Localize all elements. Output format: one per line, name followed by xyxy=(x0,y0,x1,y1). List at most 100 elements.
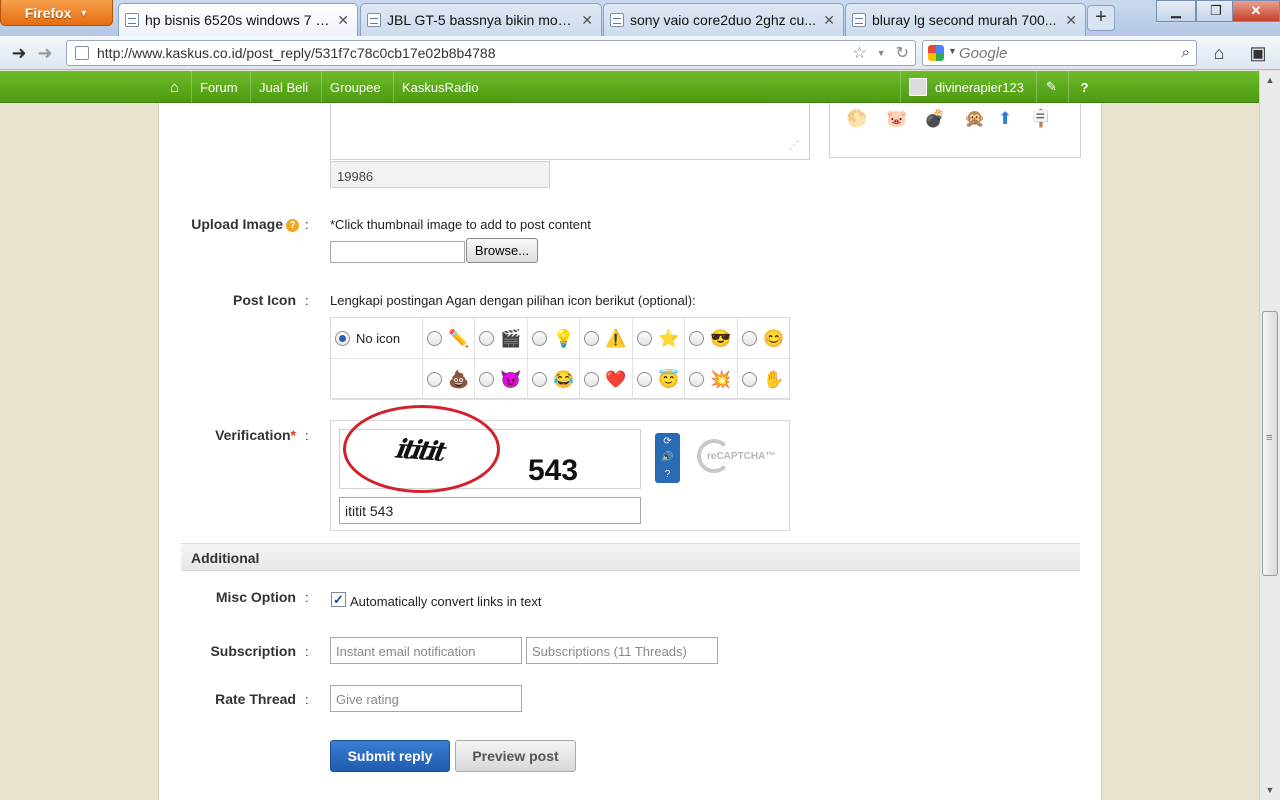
radio-button[interactable] xyxy=(637,330,652,346)
submit-reply-button[interactable]: Submit reply xyxy=(330,740,450,772)
radio-button[interactable] xyxy=(532,330,547,346)
search-icon[interactable]: ⌕ xyxy=(1182,44,1190,61)
additional-section-heading: Additional xyxy=(181,543,1080,571)
radio-button[interactable] xyxy=(427,371,442,387)
radio-button[interactable] xyxy=(584,330,599,346)
bomb-smiley-icon[interactable]: 💣 xyxy=(924,109,945,129)
tab-4[interactable]: bluray lg second murah 700... ✕ xyxy=(845,3,1086,36)
post-icon-option[interactable]: 💩 xyxy=(423,359,475,400)
close-icon[interactable]: ✕ xyxy=(581,12,593,29)
reload-icon[interactable]: ↻ xyxy=(896,43,909,63)
heart-icon: ❤️ xyxy=(605,369,627,389)
refresh-icon[interactable]: ⟳ xyxy=(663,436,671,447)
subscription-mode-select[interactable]: Instant email notification xyxy=(330,637,522,664)
smiley-icon[interactable]: 🌕 xyxy=(846,109,867,129)
nav-jual-beli[interactable]: Jual Beli xyxy=(250,71,316,103)
monkey-smiley-icon[interactable]: 🙊 xyxy=(964,109,985,129)
username: divinerapier123 xyxy=(935,79,1024,95)
radio-button[interactable] xyxy=(335,330,350,346)
scroll-up-icon[interactable]: ▲ xyxy=(1260,71,1280,89)
explosion-icon: 💥 xyxy=(710,369,732,389)
page-favicon-icon xyxy=(610,13,624,27)
forward-arrow-icon[interactable]: ➜ xyxy=(32,40,58,66)
user-menu[interactable]: divinerapier123 xyxy=(900,71,1032,103)
firefox-menu-button[interactable]: Firefox ▼ xyxy=(0,0,113,26)
scroll-thumb[interactable] xyxy=(1262,311,1278,576)
radio-button[interactable] xyxy=(742,371,757,387)
radio-button[interactable] xyxy=(427,330,442,346)
post-icon-option[interactable]: ⭐ xyxy=(633,318,685,359)
radio-button[interactable] xyxy=(689,371,704,387)
preview-post-button[interactable]: Preview post xyxy=(455,740,576,772)
char-count: 19986 xyxy=(330,161,550,188)
page-favicon-icon xyxy=(367,13,381,27)
message-textarea[interactable]: ⋰ xyxy=(330,103,810,160)
colon: : xyxy=(305,293,309,308)
chevron-down-icon[interactable]: ▼ xyxy=(948,46,957,56)
post-icon-option[interactable]: ⚠️ xyxy=(580,318,633,359)
post-icon-option[interactable]: 😇 xyxy=(633,359,685,400)
tab-3[interactable]: sony vaio core2duo 2ghz cu... ✕ xyxy=(603,3,844,36)
help-icon[interactable]: ? xyxy=(1068,71,1100,103)
close-icon[interactable]: ✕ xyxy=(337,12,349,29)
help-icon[interactable]: ? xyxy=(665,469,671,480)
close-icon[interactable]: ✕ xyxy=(823,12,835,29)
bookmarks-menu-icon[interactable]: ▣ xyxy=(1243,40,1273,66)
tab-title: hp bisnis 6520s windows 7 c... xyxy=(145,12,332,28)
home-icon[interactable]: ⌂ xyxy=(1206,40,1232,66)
new-tab-button[interactable]: + xyxy=(1087,5,1115,31)
back-arrow-icon[interactable]: ➜ xyxy=(6,40,32,66)
pencil-icon[interactable]: ✎ xyxy=(1036,71,1066,103)
arrow-up-icon[interactable]: ⬆ xyxy=(998,109,1012,129)
verification-label: Verification* xyxy=(179,427,296,443)
bookmark-star-icon[interactable]: ☆ xyxy=(852,43,866,63)
subscription-folder-select[interactable]: Subscriptions (11 Threads) xyxy=(526,637,718,664)
radio-button[interactable] xyxy=(532,371,547,387)
post-icon-option[interactable]: ❤️ xyxy=(580,359,633,400)
window-close-button[interactable]: ✕ xyxy=(1232,0,1280,22)
pig-smiley-icon[interactable]: 🐷 xyxy=(886,109,907,129)
rate-thread-select[interactable]: Give rating xyxy=(330,685,522,712)
close-icon[interactable]: ✕ xyxy=(1065,12,1077,29)
nav-forum[interactable]: Forum xyxy=(191,71,246,103)
home-icon[interactable]: ⌂ xyxy=(158,71,191,103)
post-icon-option[interactable]: 😎 xyxy=(685,318,738,359)
scroll-down-icon[interactable]: ▼ xyxy=(1260,781,1280,799)
radio-button[interactable] xyxy=(584,371,599,387)
upload-image-hint: *Click thumbnail image to add to post co… xyxy=(330,217,591,232)
question-icon[interactable]: ? xyxy=(286,219,299,232)
tab-2[interactable]: JBL GT-5 bassnya bikin mob... ✕ xyxy=(360,3,602,36)
post-icon-option[interactable]: 💥 xyxy=(685,359,738,400)
radio-button[interactable] xyxy=(689,330,704,346)
auto-convert-links-label: Automatically convert links in text xyxy=(350,594,542,609)
post-icon-option[interactable]: 😊 xyxy=(738,318,791,359)
minimize-button[interactable]: ▁ xyxy=(1156,0,1196,22)
post-icon-option[interactable]: 😈 xyxy=(475,359,528,400)
radio-button[interactable] xyxy=(479,330,494,346)
tab-1[interactable]: hp bisnis 6520s windows 7 c... ✕ xyxy=(118,3,358,36)
audio-icon[interactable]: 🔊 xyxy=(661,452,673,463)
nav-kaskusradio[interactable]: KaskusRadio xyxy=(393,71,487,103)
browse-button[interactable]: Browse... xyxy=(466,238,538,263)
radio-button[interactable] xyxy=(742,330,757,346)
post-icon-option[interactable]: 💡 xyxy=(528,318,580,359)
resize-grip-icon[interactable]: ⋰ xyxy=(789,140,799,151)
maximize-button[interactable]: ❐ xyxy=(1196,0,1236,22)
history-dropdown-icon[interactable]: ▼ xyxy=(877,43,886,63)
radio-button[interactable] xyxy=(479,371,494,387)
radio-button[interactable] xyxy=(637,371,652,387)
post-icon-option[interactable]: ✏️ xyxy=(423,318,475,359)
post-icon-option-none[interactable]: No icon xyxy=(331,318,423,359)
auto-convert-links-checkbox[interactable]: ✓ xyxy=(331,592,346,607)
cool-smiley-icon: 😎 xyxy=(710,328,732,348)
post-icon-option[interactable]: 😂 xyxy=(528,359,580,400)
page-scrollbar[interactable]: ▲ ▼ xyxy=(1259,71,1280,800)
url-bar[interactable]: http://www.kaskus.co.id/post_reply/531f7… xyxy=(66,40,916,66)
nav-groupee[interactable]: Groupee xyxy=(321,71,389,103)
post-icon-option[interactable]: ✋ xyxy=(738,359,791,400)
captcha-input[interactable] xyxy=(339,497,641,524)
sign-smiley-icon[interactable]: 🪧 xyxy=(1030,109,1051,129)
upload-file-field[interactable] xyxy=(330,241,465,263)
post-icon-option[interactable]: 🎬 xyxy=(475,318,528,359)
search-input[interactable]: ▼ Google ⌕ xyxy=(922,40,1197,66)
